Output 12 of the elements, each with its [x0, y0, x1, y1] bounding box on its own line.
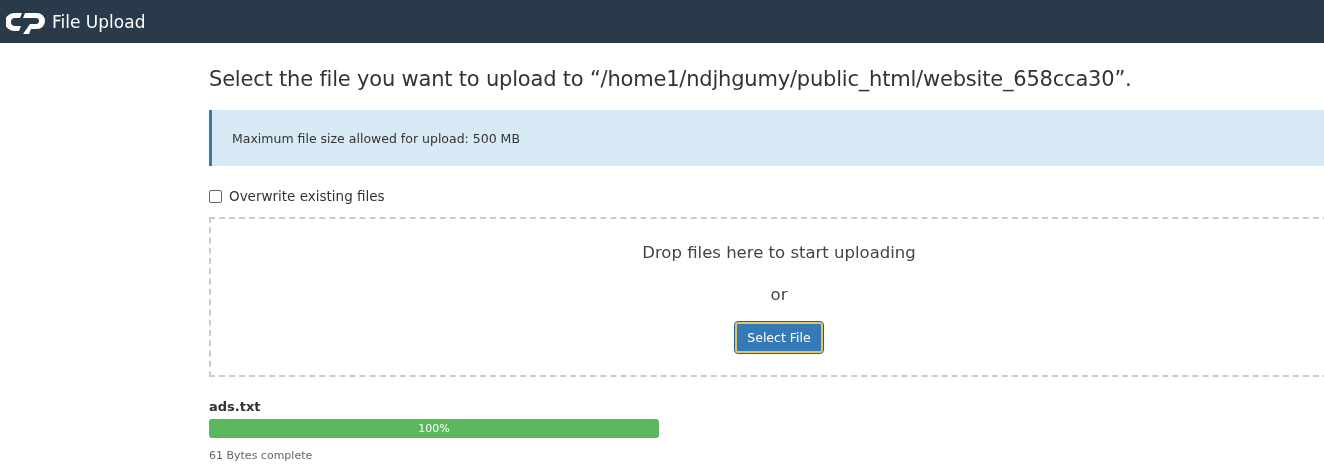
checkbox-label: Overwrite existing files: [229, 188, 385, 204]
overwrite-checkbox[interactable]: [209, 189, 222, 203]
drop-prompt: Drop files here to start uploading: [642, 243, 916, 262]
or-text: or: [770, 285, 788, 304]
upload-status: 61 Bytes complete: [209, 449, 314, 462]
page-heading: Select the file you want to upload to “/home1/ndjhgumy/public_html/website_658cca30”.: [209, 66, 1133, 94]
select-file-button[interactable]: Select File: [735, 322, 823, 353]
drop-zone[interactable]: Drop files here to start uploading or Select File: [209, 217, 1324, 377]
notice-text: Maximum file size allowed for upload: 500 MB: [232, 130, 520, 146]
app-title: File Upload: [52, 11, 146, 32]
progress-percent: 100%: [417, 421, 451, 437]
file-name: ads.txt: [209, 399, 262, 414]
